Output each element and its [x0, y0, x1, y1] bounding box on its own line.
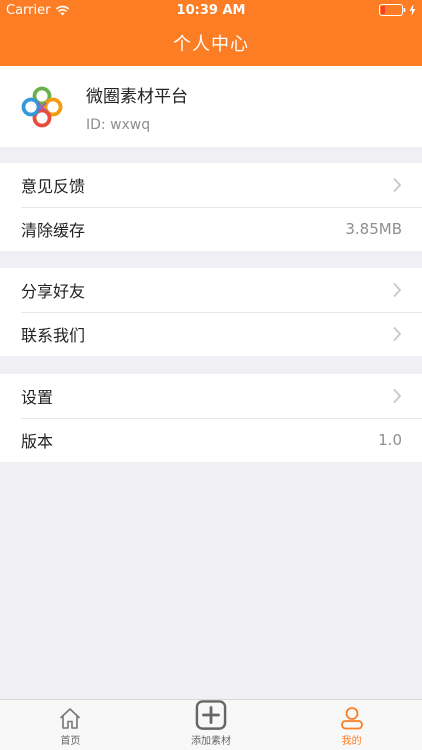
chevron-right-icon [393, 177, 402, 193]
status-time: 10:39 AM [176, 3, 246, 18]
settings-group-1: 意见反馈 清除缓存 3.85MB [0, 163, 422, 251]
profile-id: ID: wxwq [86, 117, 151, 133]
menu-row-label: 版本 [21, 432, 54, 451]
tab-bar: 首页 添加素材 我的 [0, 699, 422, 750]
header: Carrier 10:39 AM 个人中心 [0, 0, 422, 66]
battery-indicator [379, 4, 416, 16]
settings-group-2: 分享好友 联系我们 [0, 268, 422, 356]
user-icon [340, 707, 363, 730]
menu-row-settings[interactable]: 设置 [0, 374, 422, 418]
version-value: 1.0 [378, 431, 402, 449]
app-logo-icon [21, 86, 63, 127]
tab-label: 首页 [60, 736, 81, 747]
battery-icon [379, 4, 406, 16]
home-icon [60, 708, 81, 729]
settings-group-3: 设置 版本 1.0 [0, 374, 422, 462]
profile-info: 微圈素材平台 ID: wxwq [86, 80, 188, 133]
menu-row-label: 设置 [21, 388, 54, 407]
menu-row-label: 清除缓存 [21, 221, 86, 240]
tab-label: 添加素材 [191, 736, 231, 747]
tab-mine[interactable]: 我的 [281, 700, 422, 750]
menu-row-label: 联系我们 [21, 326, 86, 345]
profile-name: 微圈素材平台 [86, 87, 188, 107]
tab-label: 我的 [341, 736, 362, 747]
charging-icon [409, 4, 416, 16]
tab-home[interactable]: 首页 [0, 700, 141, 750]
menu-row-version[interactable]: 版本 1.0 [0, 418, 422, 462]
status-bar: Carrier 10:39 AM [0, 0, 422, 22]
chevron-right-icon [393, 282, 402, 298]
menu-row-share[interactable]: 分享好友 [0, 268, 422, 312]
menu-row-label: 分享好友 [21, 282, 86, 301]
cache-size-value: 3.85MB [345, 220, 402, 238]
chevron-right-icon [393, 388, 402, 404]
chevron-right-icon [393, 326, 402, 342]
page-title: 个人中心 [173, 34, 249, 55]
tab-add-material[interactable]: 添加素材 [141, 700, 282, 750]
menu-row-contact[interactable]: 联系我们 [0, 312, 422, 356]
menu-row-feedback[interactable]: 意见反馈 [0, 163, 422, 207]
add-icon [195, 700, 227, 730]
menu-row-label: 意见反馈 [21, 177, 86, 196]
menu-row-clear-cache[interactable]: 清除缓存 3.85MB [0, 207, 422, 251]
profile-card[interactable]: 微圈素材平台 ID: wxwq [0, 66, 422, 147]
